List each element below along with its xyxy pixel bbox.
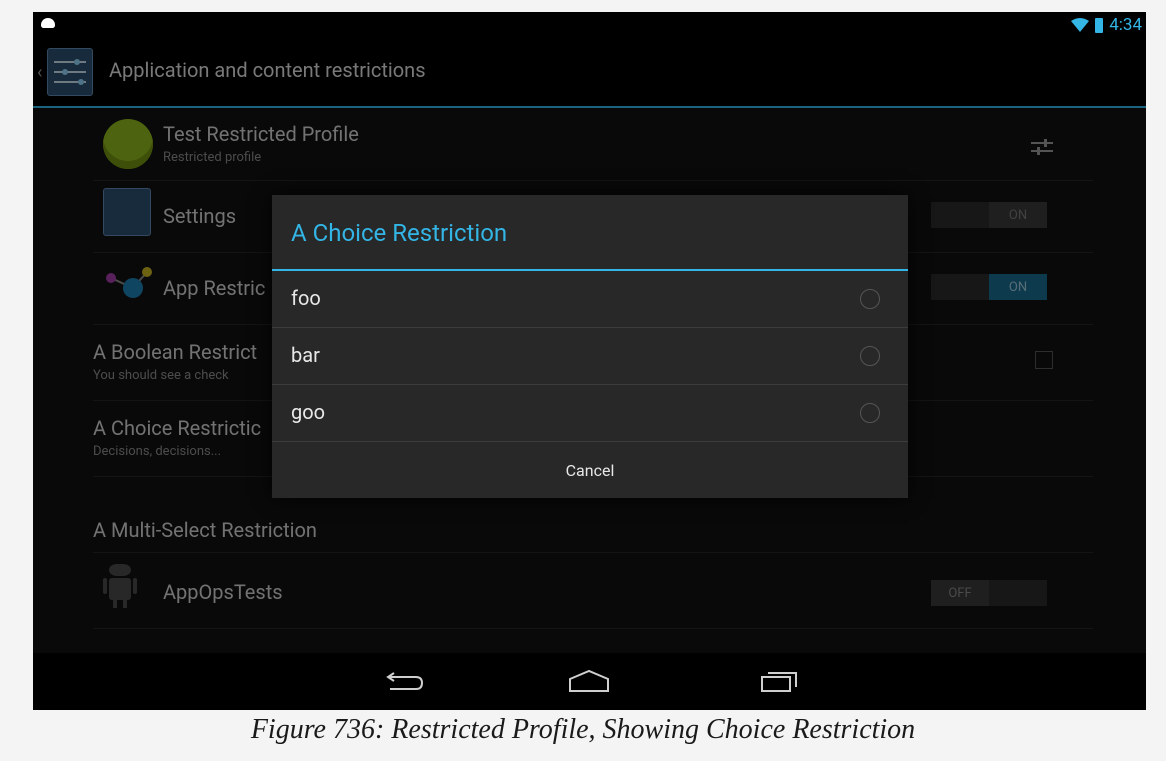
device-screen: 4:34 ‹ Application and content restricti…	[33, 12, 1146, 710]
option-label: goo	[291, 400, 326, 424]
status-time: 4:34	[1109, 15, 1142, 35]
option-label: bar	[291, 343, 320, 367]
radio-button[interactable]	[860, 346, 880, 366]
navigation-bar	[33, 653, 1146, 710]
home-icon[interactable]	[567, 667, 611, 695]
choice-dialog: A Choice Restriction foo bar goo Cancel	[272, 195, 908, 498]
option-label: foo	[291, 286, 321, 310]
choice-option-bar[interactable]: bar	[272, 328, 908, 385]
radio-button[interactable]	[860, 289, 880, 309]
android-notification-icon	[41, 18, 55, 28]
status-bar: 4:34	[33, 12, 1146, 38]
choice-option-foo[interactable]: foo	[272, 271, 908, 328]
recent-apps-icon[interactable]	[758, 667, 802, 695]
wifi-icon	[1071, 18, 1090, 32]
dialog-title: A Choice Restriction	[291, 219, 508, 247]
radio-button[interactable]	[860, 403, 880, 423]
battery-icon	[1095, 17, 1104, 33]
back-icon[interactable]	[382, 667, 426, 695]
cancel-button[interactable]: Cancel	[272, 442, 908, 498]
figure-caption: Figure 736: Restricted Profile, Showing …	[250, 714, 916, 745]
choice-option-goo[interactable]: goo	[272, 385, 908, 442]
